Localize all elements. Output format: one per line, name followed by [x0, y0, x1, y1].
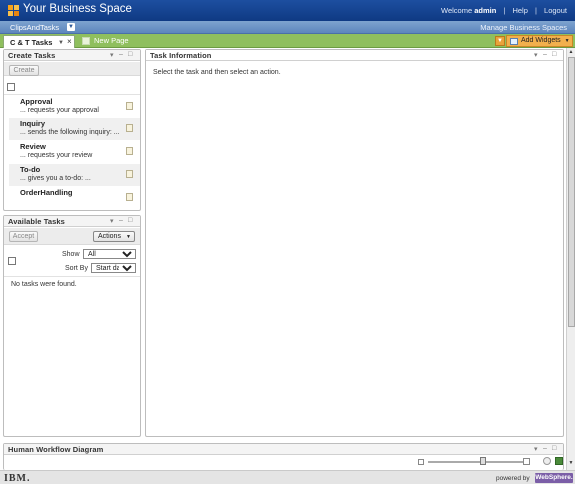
task-name: Inquiry	[20, 119, 46, 128]
export-icon[interactable]	[555, 457, 563, 465]
widget-header: Available Tasks ▾ – □	[4, 216, 140, 227]
page-scrollbar[interactable]: ▲ ▼	[566, 48, 575, 470]
task-description: ... requests your review	[20, 152, 93, 159]
maximize-icon[interactable]: □	[128, 217, 132, 224]
business-space-logo-icon	[8, 5, 19, 16]
sort-by-select[interactable]: Start date	[91, 263, 136, 273]
add-widgets-label: Add Widgets	[521, 37, 561, 44]
instruction-message: Select the task and then select an actio…	[153, 69, 281, 76]
task-template-icon[interactable]	[126, 193, 133, 201]
task-item[interactable]: Inquiry ... sends the following inquiry:…	[9, 118, 140, 140]
actions-label: Actions	[98, 233, 121, 240]
user-links: Welcome admin | Help | Logout	[441, 6, 567, 15]
task-name: To-do	[20, 165, 41, 174]
chevron-down-icon[interactable]: ▾	[110, 217, 114, 225]
separator: |	[503, 6, 506, 15]
chevron-down-icon[interactable]: ▼	[495, 36, 505, 46]
task-item[interactable]: Review ... requests your review	[9, 141, 140, 163]
select-all-checkbox[interactable]	[8, 257, 16, 265]
task-template-icon[interactable]	[126, 147, 133, 155]
widget-title: Create Tasks	[8, 51, 56, 60]
task-name: OrderHandling	[20, 188, 73, 197]
task-template-icon[interactable]	[126, 170, 133, 178]
welcome-text: Welcome	[441, 6, 473, 15]
widget-title: Human Workflow Diagram	[8, 445, 104, 454]
available-tasks-widget: Available Tasks ▾ – □ Accept Actions ▼ S…	[3, 215, 141, 437]
minimize-icon[interactable]: –	[543, 51, 547, 58]
task-item[interactable]: To-do ... gives you a to-do: ...	[9, 164, 140, 186]
show-label: Show	[62, 251, 80, 258]
powered-by-text: powered by	[496, 475, 530, 482]
task-template-icon[interactable]	[126, 102, 133, 110]
minimize-icon[interactable]: –	[543, 445, 547, 452]
task-information-widget: Task Information ▾ – □ Select the task a…	[145, 49, 564, 437]
widget-title: Task Information	[150, 51, 212, 60]
minimize-icon[interactable]: –	[119, 217, 123, 224]
zoom-slider-track[interactable]	[428, 461, 524, 463]
chevron-down-icon[interactable]: ▾	[534, 51, 538, 59]
separator: |	[535, 6, 537, 15]
task-item[interactable]: OrderHandling	[9, 187, 140, 209]
create-button[interactable]: Create	[9, 65, 39, 76]
scroll-thumb[interactable]	[568, 57, 575, 327]
chevron-down-icon: ▼	[126, 234, 131, 240]
task-template-icon[interactable]	[126, 124, 133, 132]
app-title: Your Business Space	[23, 3, 132, 15]
space-selector[interactable]: ClipsAndTasks	[10, 23, 59, 32]
zoom-out-icon[interactable]	[418, 459, 424, 465]
maximize-icon[interactable]: □	[552, 51, 556, 58]
widget-header: Human Workflow Diagram ▾ – □	[4, 444, 563, 455]
chevron-down-icon: ▼	[564, 38, 570, 44]
zoom-in-icon[interactable]	[523, 458, 530, 465]
add-widgets-button[interactable]: Add Widgets ▼	[506, 35, 573, 47]
divider	[4, 276, 140, 277]
tab-c-and-t-tasks[interactable]: C & T Tasks ▼ ×	[3, 35, 75, 48]
user-name: admin	[474, 6, 497, 15]
ibm-logo: IBM.	[4, 473, 31, 484]
task-item[interactable]: Approval ... requests your approval	[9, 96, 140, 118]
help-link[interactable]: Help	[512, 6, 527, 15]
select-all-checkbox[interactable]	[7, 83, 15, 91]
scroll-up-icon[interactable]: ▲	[567, 48, 575, 57]
widget-title: Available Tasks	[8, 217, 65, 226]
new-page-tab[interactable]: New Page	[94, 36, 129, 45]
empty-message: No tasks were found.	[11, 281, 77, 288]
task-name: Approval	[20, 97, 53, 106]
show-filter-select[interactable]: All	[83, 249, 136, 259]
top-banner: Your Business Space Welcome admin | Help…	[0, 0, 575, 21]
new-page-icon[interactable]	[82, 37, 90, 45]
task-description: ... requests your approval	[20, 107, 99, 114]
scroll-down-icon[interactable]: ▼	[567, 459, 575, 468]
manage-business-spaces-link[interactable]: Manage Business Spaces	[480, 23, 567, 32]
websphere-logo: WebSphere.	[535, 473, 573, 483]
maximize-icon[interactable]: □	[552, 445, 556, 452]
chevron-down-icon[interactable]: ▾	[534, 445, 538, 453]
tab-label: C & T Tasks	[10, 38, 53, 47]
widget-header: Create Tasks ▾ – □	[4, 50, 140, 61]
chevron-down-icon[interactable]: ▼	[58, 40, 64, 46]
logout-link[interactable]: Logout	[544, 6, 567, 15]
task-name: Review	[20, 142, 46, 151]
create-tasks-widget: Create Tasks ▾ – □ Create Approval ... r…	[3, 49, 141, 211]
sort-by-label: Sort By	[65, 265, 88, 272]
space-bar: ClipsAndTasks ▼ Manage Business Spaces	[0, 21, 575, 34]
actions-button[interactable]: Actions ▼	[93, 231, 135, 242]
widget-icon	[510, 38, 518, 45]
minimize-icon[interactable]: –	[119, 51, 123, 58]
refresh-icon[interactable]	[543, 457, 551, 465]
zoom-slider-handle[interactable]	[480, 457, 486, 465]
chevron-down-icon[interactable]: ▼	[67, 23, 75, 31]
maximize-icon[interactable]: □	[128, 51, 132, 58]
close-icon[interactable]: ×	[67, 37, 72, 46]
accept-button[interactable]: Accept	[9, 231, 38, 242]
page-tab-bar: C & T Tasks ▼ × New Page ▼ Add Widgets ▼	[0, 34, 575, 48]
task-description: ... gives you a to-do: ...	[20, 175, 91, 182]
workflow-diagram-widget: Human Workflow Diagram ▾ – □	[3, 443, 564, 470]
task-description: ... sends the following inquiry: ...	[20, 129, 120, 136]
widget-header: Task Information ▾ – □	[146, 50, 563, 61]
divider	[4, 94, 140, 95]
footer: IBM. powered by WebSphere.	[0, 470, 575, 484]
chevron-down-icon[interactable]: ▾	[110, 51, 114, 59]
